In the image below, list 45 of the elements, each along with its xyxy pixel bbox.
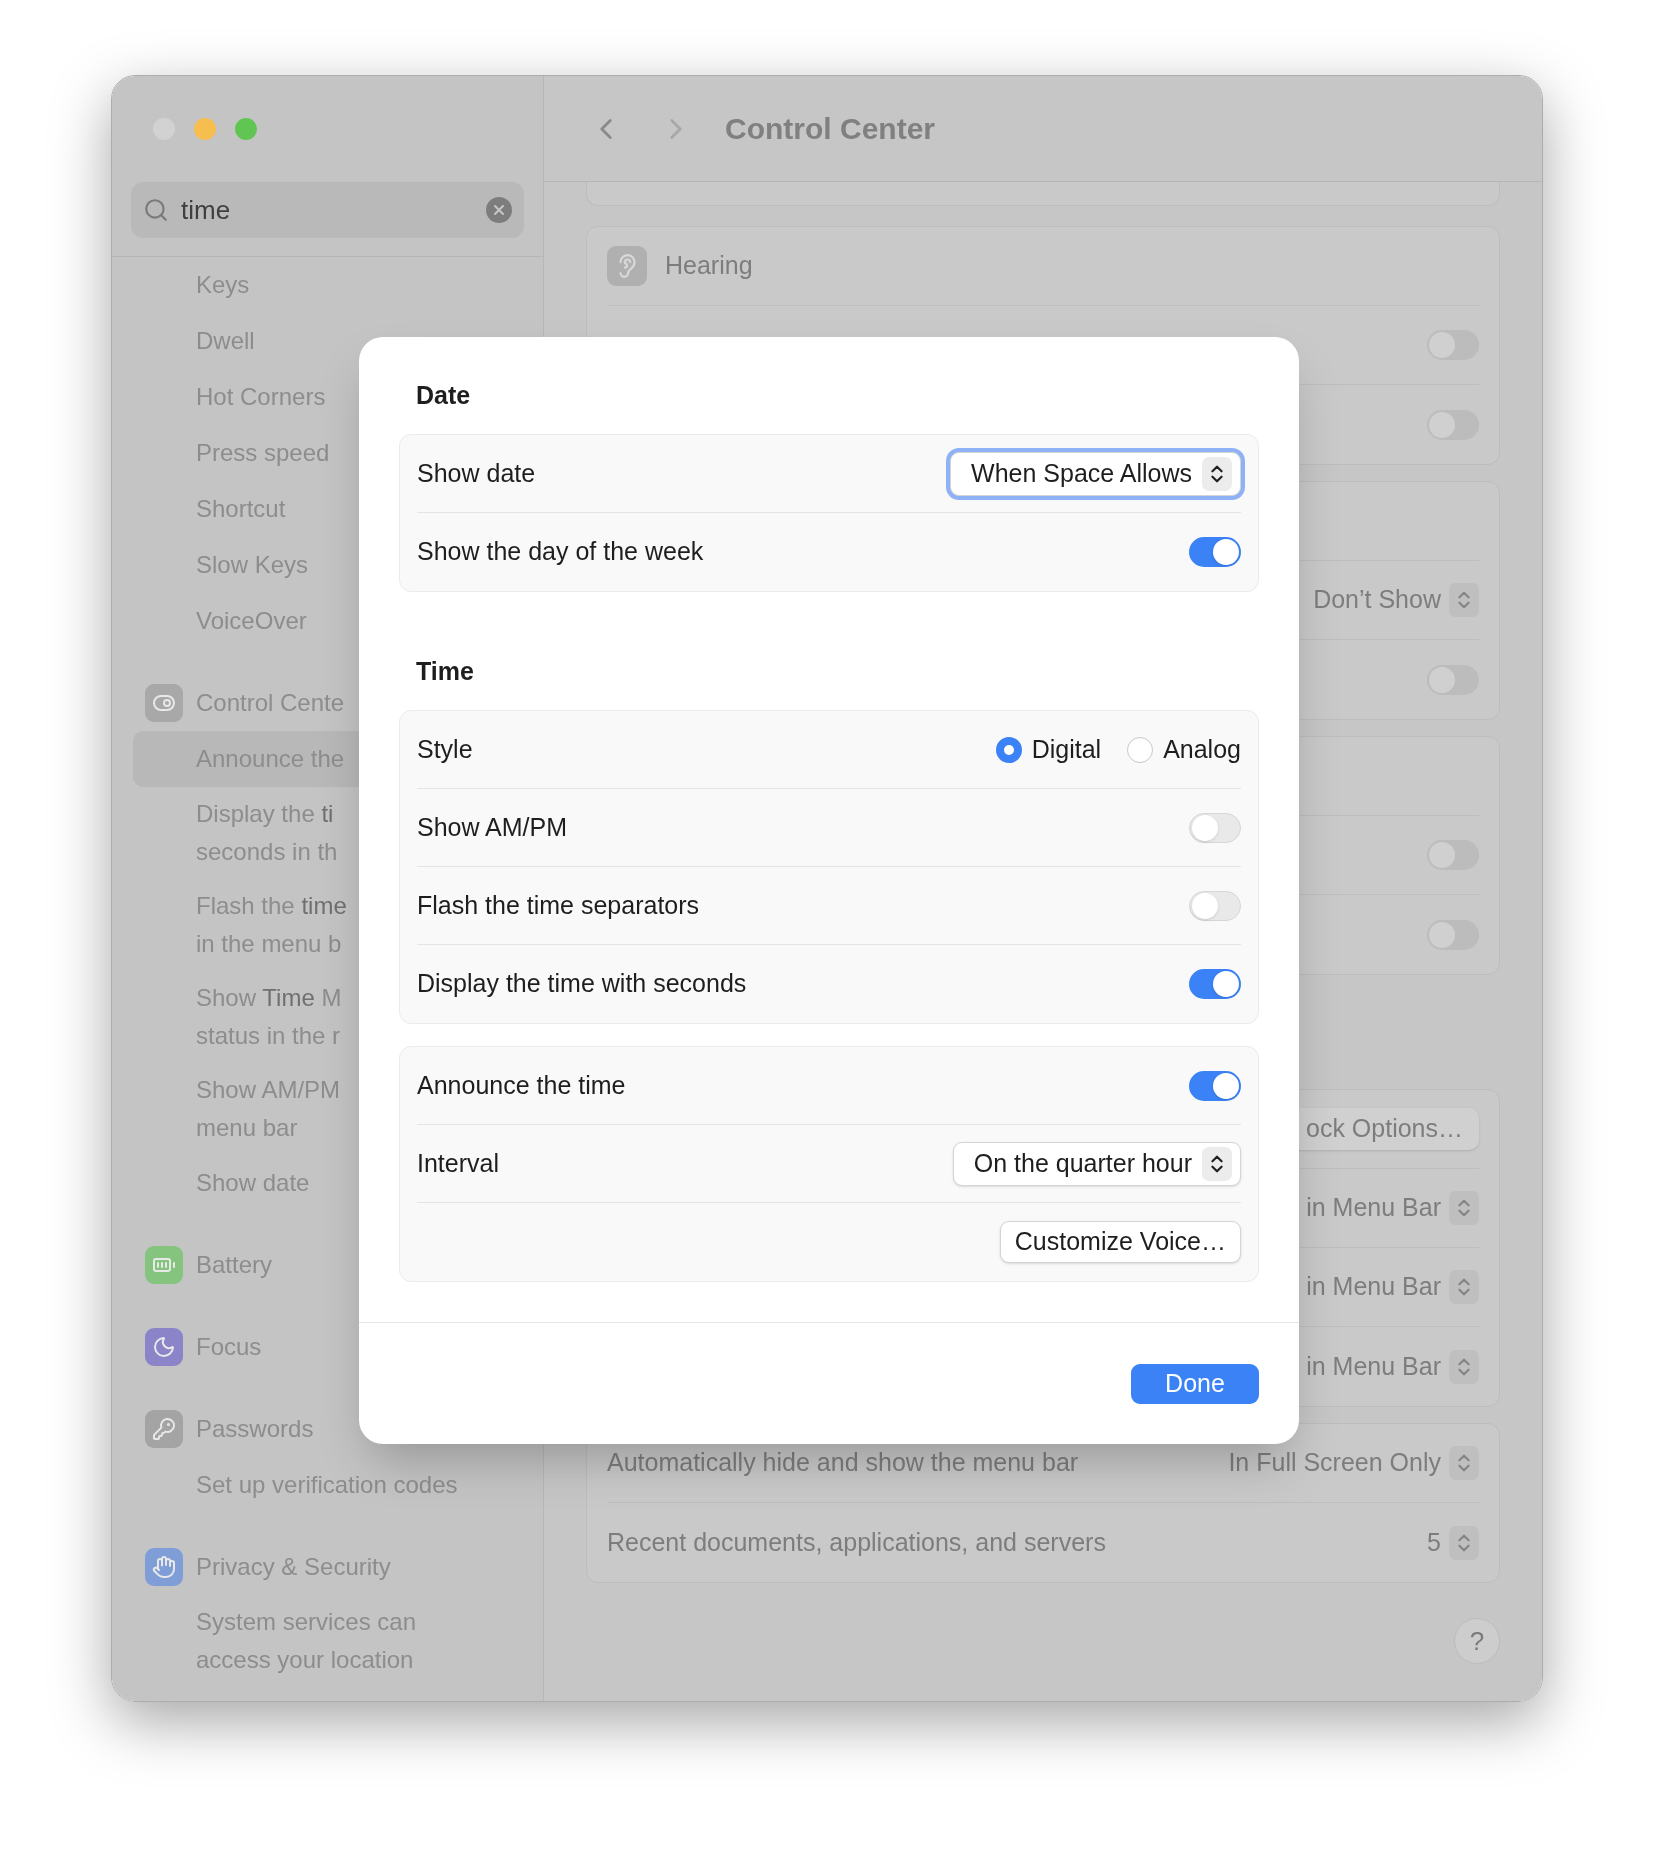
setting-label: Flash the time separators: [417, 890, 700, 919]
stepper-icon: [1449, 1270, 1479, 1304]
section-title: Date: [416, 380, 472, 411]
setting-label: Show the day of the week: [417, 537, 704, 566]
section-title: Time: [416, 656, 475, 687]
help-button[interactable]: ?: [1454, 1618, 1500, 1664]
popup-button[interactable]: in Menu Bar: [1306, 1268, 1479, 1306]
radio-option[interactable]: Analog: [1127, 730, 1241, 769]
window-title: Control Center: [725, 111, 935, 147]
done-button[interactable]: Done: [1131, 1363, 1259, 1404]
stepper-icon: [1449, 1446, 1479, 1480]
window-control-button[interactable]: [235, 118, 257, 140]
popup-button[interactable]: On the quarter hour: [952, 1141, 1241, 1186]
stepper-icon: [1202, 1146, 1232, 1181]
customize-voice-button[interactable]: Customize Voice…: [999, 1221, 1241, 1263]
setting-label: Style: [417, 734, 473, 763]
setting-label: Show date: [417, 458, 536, 487]
popup-button[interactable]: Don’t Show: [1313, 581, 1479, 619]
setting-label: Show AM/PM: [417, 812, 568, 841]
toggle-switch[interactable]: [1189, 969, 1241, 999]
popup-button[interactable]: in Menu Bar: [1306, 1189, 1479, 1227]
popup-button[interactable]: 5: [1427, 1523, 1479, 1562]
radio-option[interactable]: Digital: [995, 730, 1102, 769]
setting-label: Interval: [417, 1148, 499, 1177]
setting-label: Display the time with seconds: [417, 969, 747, 998]
clear-icon[interactable]: [486, 197, 512, 223]
popup-button[interactable]: In Full Screen Only: [1228, 1444, 1479, 1482]
setting-label: Recent documents, applications, and servers: [607, 1527, 1106, 1556]
stepper-icon: [1449, 1191, 1479, 1225]
stepper-icon: [1449, 1349, 1479, 1384]
window-control-button[interactable]: [194, 118, 216, 140]
stepper-icon: [1449, 1525, 1479, 1560]
toggle-switch[interactable]: [1189, 890, 1241, 921]
search-field[interactable]: time: [131, 182, 524, 238]
toggle-switch[interactable]: [1189, 812, 1241, 843]
setting-label: Announce the time: [417, 1070, 626, 1099]
toggle-switch[interactable]: [1189, 537, 1241, 567]
toggle-switch[interactable]: [1189, 1070, 1241, 1101]
ear-icon: [607, 246, 647, 286]
setting-label: Automatically hide and show the menu bar: [607, 1448, 1079, 1477]
stepper-icon: [1449, 583, 1479, 617]
section-title: Hearing: [665, 250, 753, 282]
search-icon: [143, 197, 169, 223]
stepper-icon: [1202, 456, 1232, 491]
popup-button[interactable]: in Menu Bar: [1306, 1347, 1479, 1386]
